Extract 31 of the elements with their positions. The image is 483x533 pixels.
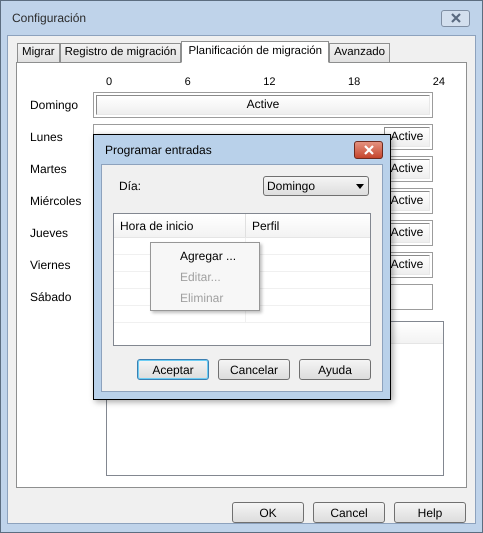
dialog-button[interactable]: Aceptar (137, 359, 209, 380)
window-title: Configuración (12, 10, 88, 27)
day-label: Día: (119, 178, 142, 195)
schedule-segment[interactable]: Active (384, 127, 430, 147)
day-label: Jueves (29, 225, 70, 242)
day-label: Viernes (29, 257, 72, 274)
dialog-button[interactable]: Ayuda (299, 359, 371, 380)
day-label: Sábado (29, 289, 72, 306)
hour-tick: 24 (432, 75, 445, 90)
hour-tick: 0 (106, 75, 112, 90)
tab[interactable]: Migrar (17, 43, 60, 62)
day-label: Martes (29, 161, 68, 178)
tab[interactable]: Registro de migración (60, 43, 182, 62)
dialog-button[interactable]: OK (232, 502, 304, 523)
hour-tick: 18 (348, 75, 360, 90)
hour-tick: 6 (184, 75, 191, 90)
tab[interactable]: Planificación de migración (181, 41, 330, 63)
column-header[interactable]: Perfil (246, 214, 370, 237)
day-label: Miércoles (29, 193, 82, 210)
hour-tick: 12 (263, 75, 276, 90)
day-label: Lunes (29, 129, 64, 146)
schedule-segment[interactable]: Active (96, 95, 430, 115)
dialog-button[interactable]: Cancelar (218, 359, 290, 380)
dialog-title: Programar entradas (105, 142, 213, 158)
day-label: Domingo (29, 97, 80, 114)
tab[interactable]: Avanzado (329, 43, 390, 62)
column-header[interactable]: Hora de inicio (114, 214, 246, 237)
dialog-button[interactable]: Help (394, 502, 466, 523)
menu-item[interactable]: Agregar ... (151, 245, 259, 266)
dialog-button[interactable]: Cancel (313, 502, 385, 523)
day-select[interactable]: Domingo (263, 176, 369, 196)
